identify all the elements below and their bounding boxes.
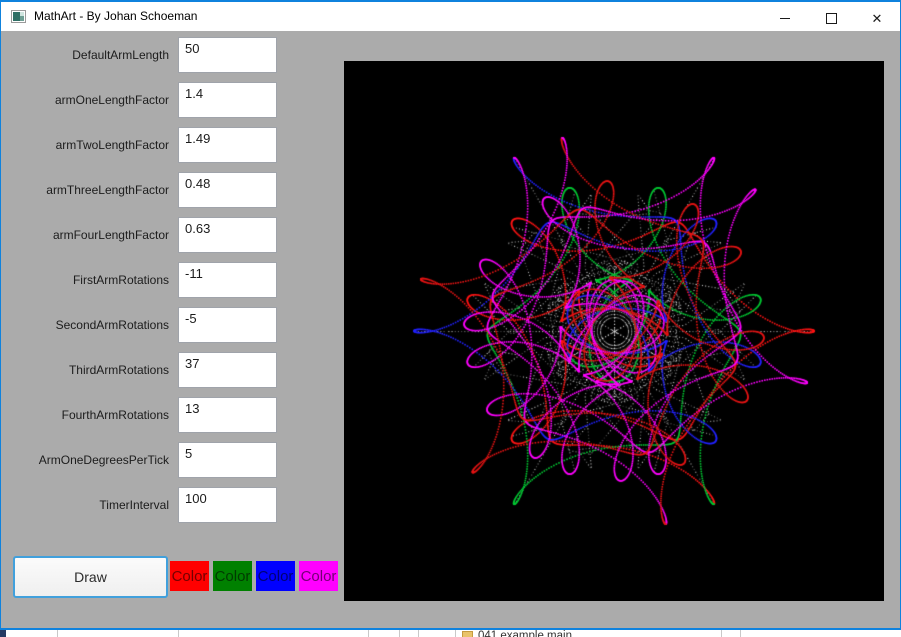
- draw-button[interactable]: Draw: [13, 556, 168, 598]
- input-second-arm-rotations[interactable]: [178, 307, 277, 343]
- input-arm-one-degrees-per-tick[interactable]: [178, 442, 277, 478]
- math-art-canvas: [344, 61, 884, 601]
- maximize-button[interactable]: [808, 4, 854, 32]
- label-third-arm-rotations: ThirdArmRotations: [68, 363, 169, 377]
- close-button[interactable]: ✕: [854, 4, 900, 32]
- label-arm-three-length-factor: armThreeLengthFactor: [46, 183, 169, 197]
- color-button-green[interactable]: Color: [213, 561, 252, 591]
- title-bar: MathArt - By Johan Schoeman ✕: [0, 0, 901, 31]
- label-timer-interval: TimerInterval: [99, 498, 169, 512]
- client-area: DefaultArmLength armOneLengthFactor armT…: [0, 31, 901, 628]
- maximize-icon: [825, 12, 837, 24]
- background-window-item: 041 example main: [478, 630, 572, 637]
- input-arm-two-length-factor[interactable]: [178, 127, 277, 163]
- input-first-arm-rotations[interactable]: [178, 262, 277, 298]
- color-button-magenta[interactable]: Color: [299, 561, 338, 591]
- minimize-icon: [780, 17, 790, 19]
- input-arm-three-length-factor[interactable]: [178, 172, 277, 208]
- close-icon: ✕: [871, 10, 883, 26]
- label-arm-four-length-factor: armFourLengthFactor: [52, 228, 169, 242]
- label-fourth-arm-rotations: FourthArmRotations: [61, 408, 169, 422]
- label-arm-one-degrees-per-tick: ArmOneDegreesPerTick: [38, 453, 169, 467]
- input-arm-one-length-factor[interactable]: [178, 82, 277, 118]
- label-default-arm-length: DefaultArmLength: [72, 48, 169, 62]
- window-title: MathArt - By Johan Schoeman: [34, 9, 198, 23]
- input-timer-interval[interactable]: [178, 487, 277, 523]
- label-first-arm-rotations: FirstArmRotations: [72, 273, 169, 287]
- input-default-arm-length[interactable]: [178, 37, 277, 73]
- label-second-arm-rotations: SecondArmRotations: [55, 318, 169, 332]
- minimize-button[interactable]: [762, 4, 808, 32]
- background-window-edge: [0, 630, 6, 637]
- color-button-blue[interactable]: Color: [256, 561, 295, 591]
- input-arm-four-length-factor[interactable]: [178, 217, 277, 253]
- app-icon: [11, 10, 26, 23]
- input-third-arm-rotations[interactable]: [178, 352, 277, 388]
- folder-icon: [462, 631, 473, 637]
- label-arm-one-length-factor: armOneLengthFactor: [54, 93, 169, 107]
- input-fourth-arm-rotations[interactable]: [178, 397, 277, 433]
- app-window: MathArt - By Johan Schoeman ✕ DefaultArm…: [0, 0, 901, 637]
- label-arm-two-length-factor: armTwoLengthFactor: [55, 138, 169, 152]
- color-button-red[interactable]: Color: [170, 561, 209, 591]
- background-window-sliver: 041 example main: [0, 630, 901, 637]
